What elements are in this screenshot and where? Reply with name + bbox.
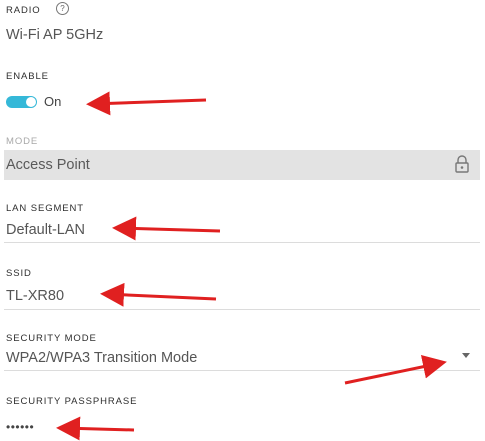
arrow-ssid (100, 282, 217, 307)
arrow-security-mode (344, 354, 447, 385)
annotation-arrows (56, 91, 447, 441)
arrow-lan-segment (112, 216, 221, 241)
arrow-enable (86, 91, 207, 116)
arrow-passphrase (56, 416, 135, 441)
